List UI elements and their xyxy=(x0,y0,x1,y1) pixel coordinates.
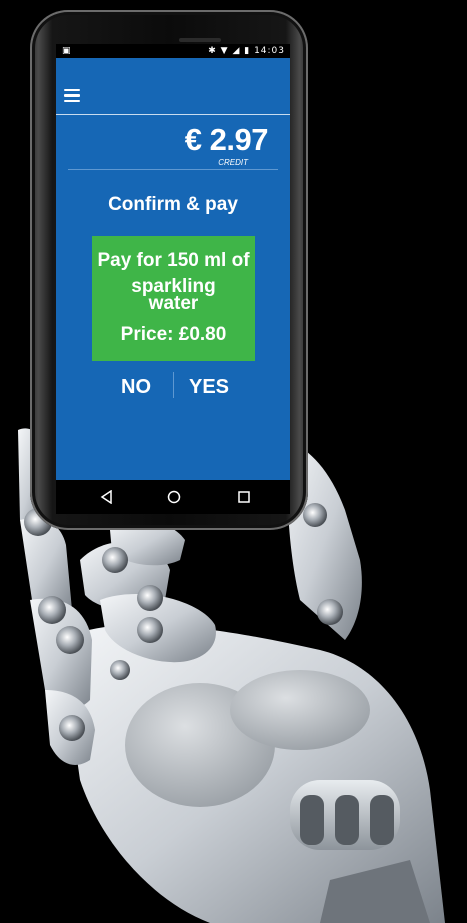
confirm-title: Confirm & pay xyxy=(108,194,238,215)
pay-description-line3: water xyxy=(148,293,199,314)
bluetooth-icon: ✱ xyxy=(208,46,217,56)
back-icon[interactable] xyxy=(100,490,114,504)
pay-price: Price: £0.80 xyxy=(120,324,227,345)
button-divider xyxy=(173,372,174,398)
phone-speaker xyxy=(179,38,221,42)
status-bar: ▣ ✱ ▼ ◢ ▮ 14:03 xyxy=(56,44,290,58)
navigation-bar xyxy=(56,480,290,514)
home-icon[interactable] xyxy=(167,490,181,504)
no-button[interactable]: NO xyxy=(116,372,156,402)
credit-label: CREDIT xyxy=(218,158,248,167)
wifi-icon: ▼ xyxy=(220,46,229,56)
signal-icon: ◢ xyxy=(232,46,241,56)
battery-charging-icon: ▮ xyxy=(244,46,251,56)
payment-summary-box: Pay for 150 ml of sparkling water Price:… xyxy=(92,236,255,361)
credit-divider xyxy=(68,169,278,170)
header-divider xyxy=(56,114,290,115)
recent-apps-icon[interactable] xyxy=(237,490,251,504)
pay-description-product: sparkling water xyxy=(92,277,255,314)
image-notification-icon: ▣ xyxy=(62,46,71,56)
yes-button[interactable]: YES xyxy=(187,372,231,402)
status-time: 14:03 xyxy=(254,46,285,56)
phone-screen: ▣ ✱ ▼ ◢ ▮ 14:03 € 2.97 CREDIT Confirm & … xyxy=(56,44,290,514)
pay-description-line1: Pay for 150 ml of xyxy=(97,250,250,271)
credit-amount: € 2.97 xyxy=(184,122,269,157)
stage: ▣ ✱ ▼ ◢ ▮ 14:03 € 2.97 CREDIT Confirm & … xyxy=(0,0,467,923)
hamburger-menu-icon[interactable] xyxy=(64,89,80,103)
status-icons-and-time: ✱ ▼ ◢ ▮ 14:03 xyxy=(208,44,285,58)
